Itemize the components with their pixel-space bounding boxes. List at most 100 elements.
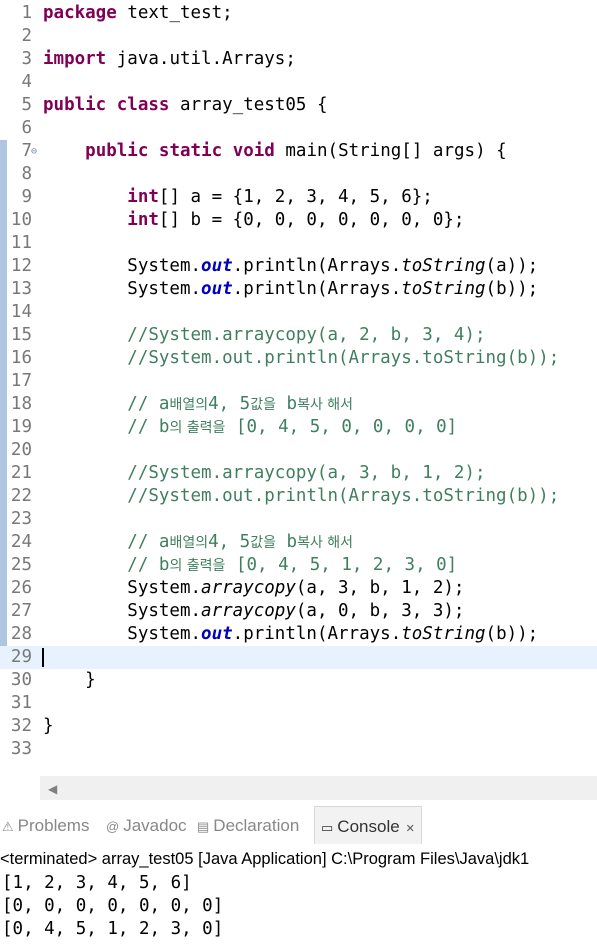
code-line[interactable]: 20 (0, 439, 597, 462)
code-token: //System.out.println(Arrays.toString(b))… (43, 348, 560, 368)
code-token: array_test05 { (180, 95, 328, 115)
fold-collapse-icon[interactable]: ⊖ (31, 140, 37, 163)
line-number: 7 (21, 141, 32, 161)
horizontal-scrollbar[interactable]: ◀ (40, 776, 597, 800)
code-token: (b)); (485, 279, 539, 299)
code-line[interactable]: 13 System.out.println(Arrays.toString(b)… (0, 278, 597, 301)
code-line[interactable]: 12 System.out.println(Arrays.toString(a)… (0, 255, 597, 278)
line-number: 21 (10, 463, 32, 483)
code-line[interactable]: 3 import java.util.Arrays; (0, 48, 597, 71)
code-text: public class array_test05 { (43, 94, 328, 117)
code-line[interactable]: 6 (0, 117, 597, 140)
console-output-line: [1, 2, 3, 4, 5, 6] (2, 873, 192, 893)
code-line[interactable]: 18 // a배열의4, 5값을 b복사 해서 (0, 393, 597, 416)
code-editor[interactable]: 1 package text_test; 2 3 import java.util.Ar… (0, 0, 597, 776)
code-token: toString (401, 256, 486, 276)
code-token: out (201, 256, 233, 276)
code-text: } (43, 669, 96, 692)
line-number: 4 (21, 72, 32, 92)
code-text: System.out.println(Arrays.toString(a)); (43, 255, 538, 278)
code-line[interactable]: 17 (0, 370, 597, 393)
line-number: 5 (21, 95, 32, 115)
tab-declaration[interactable]: ▤ Declaration (197, 806, 299, 844)
code-token: arraycopy (201, 601, 296, 621)
code-token: // b (43, 555, 170, 575)
code-token: // b (43, 417, 170, 437)
code-line[interactable]: 27 System.arraycopy(a, 0, b, 3, 3); (0, 600, 597, 623)
code-line[interactable]: 5 public class array_test05 { (0, 94, 597, 117)
code-token: toString (401, 279, 486, 299)
code-token: (a, 0, b, 3, 3); (295, 601, 465, 621)
code-token: void (232, 141, 275, 161)
code-line[interactable]: 31 (0, 692, 597, 715)
code-line[interactable]: 10 int[] b = {0, 0, 0, 0, 0, 0, 0}; (0, 209, 597, 232)
code-line[interactable]: 25 // b의 출력을 [0, 4, 5, 1, 2, 3, 0] (0, 554, 597, 577)
code-line[interactable]: 30 } (0, 669, 597, 692)
line-number: 29 (10, 647, 32, 667)
code-line[interactable]: 14 (0, 301, 597, 324)
code-token: 4, 5 (208, 394, 251, 414)
line-number: 11 (10, 233, 32, 253)
line-number: 2 (21, 26, 32, 46)
text-cursor (42, 648, 44, 667)
code-line[interactable]: 15 //System.arraycopy(a, 2, b, 3, 4); (0, 324, 597, 347)
code-line[interactable]: 4 (0, 71, 597, 94)
code-text: } (43, 715, 54, 738)
code-token: // a (43, 394, 170, 414)
code-token: (a)); (485, 256, 539, 276)
code-line[interactable]: 32} (0, 715, 597, 738)
code-line[interactable]: 28 System.out.println(Arrays.toString(b)… (0, 623, 597, 646)
code-token: .println(Arrays. (232, 279, 402, 299)
code-token: [] b = {0, 0, 0, 0, 0, 0, 0}; (158, 210, 465, 230)
code-line[interactable]: 9 int[] a = {1, 2, 3, 4, 5, 6}; (0, 186, 597, 209)
code-line[interactable]: 26 System.arraycopy(a, 3, b, 1, 2); (0, 577, 597, 600)
code-token: public (85, 141, 149, 161)
code-line[interactable]: 8 (0, 163, 597, 186)
code-token: 의 출력을 (169, 420, 226, 436)
code-token: toString (401, 624, 486, 644)
code-token: out (201, 279, 233, 299)
code-token: arraycopy (201, 578, 296, 598)
code-token: b (276, 394, 298, 414)
problems-icon: ⚠ (2, 819, 14, 834)
line-number: 32 (10, 716, 32, 736)
code-token: System. (43, 578, 202, 598)
code-text: // a배열의4, 5값을 b복사 해서 (43, 393, 353, 417)
code-token: 배열의 (169, 397, 209, 413)
code-line[interactable]: 7 ⊖ public static void main(String[] args… (0, 140, 597, 163)
code-line[interactable]: 23 (0, 508, 597, 531)
console-status-line: <terminated> array_test05 [Java Applicat… (0, 850, 530, 868)
console-output-line: [0, 4, 5, 1, 2, 3, 0] (2, 919, 224, 939)
code-token: ) { (475, 141, 507, 161)
tab-problems[interactable]: ⚠ Problems (2, 806, 89, 844)
line-number: 12 (10, 256, 32, 276)
line-number: 17 (10, 371, 32, 391)
line-number: 6 (21, 118, 32, 138)
code-line[interactable]: 24 // a배열의4, 5값을 b복사 해서 (0, 531, 597, 554)
code-line[interactable]: 21 //System.arraycopy(a, 3, b, 1, 2); (0, 462, 597, 485)
line-number: 26 (10, 578, 32, 598)
code-line[interactable]: 2 (0, 25, 597, 48)
code-line[interactable]: 33 (0, 738, 597, 761)
code-token: main(String[] (285, 141, 433, 161)
tab-console[interactable]: ▭ Console ✕ (314, 806, 422, 844)
code-text: //System.arraycopy(a, 2, b, 3, 4); (43, 324, 485, 347)
code-text: System.arraycopy(a, 3, b, 1, 2); (43, 577, 464, 600)
code-line[interactable]: 11 (0, 232, 597, 255)
scroll-left-arrow-icon[interactable]: ◀ (48, 782, 57, 796)
code-token: 값을 (250, 397, 276, 413)
code-line[interactable]: 16 //System.out.println(Arrays.toString(… (0, 347, 597, 370)
line-number: 22 (10, 486, 32, 506)
code-line[interactable]: 29 (0, 646, 597, 669)
code-token: 의 출력을 (169, 558, 226, 574)
code-token: .println(Arrays. (232, 624, 402, 644)
code-token: (a, 3, b, 1, 2); (295, 578, 465, 598)
code-line[interactable]: 22 //System.out.println(Arrays.toString(… (0, 485, 597, 508)
code-text: package text_test; (43, 2, 233, 25)
code-line[interactable]: 1 package text_test; (0, 2, 597, 25)
tab-javadoc[interactable]: @ Javadoc (106, 806, 187, 844)
code-line[interactable]: 19 // b의 출력을 [0, 4, 5, 0, 0, 0, 0] (0, 416, 597, 439)
close-icon[interactable]: ✕ (406, 823, 415, 835)
